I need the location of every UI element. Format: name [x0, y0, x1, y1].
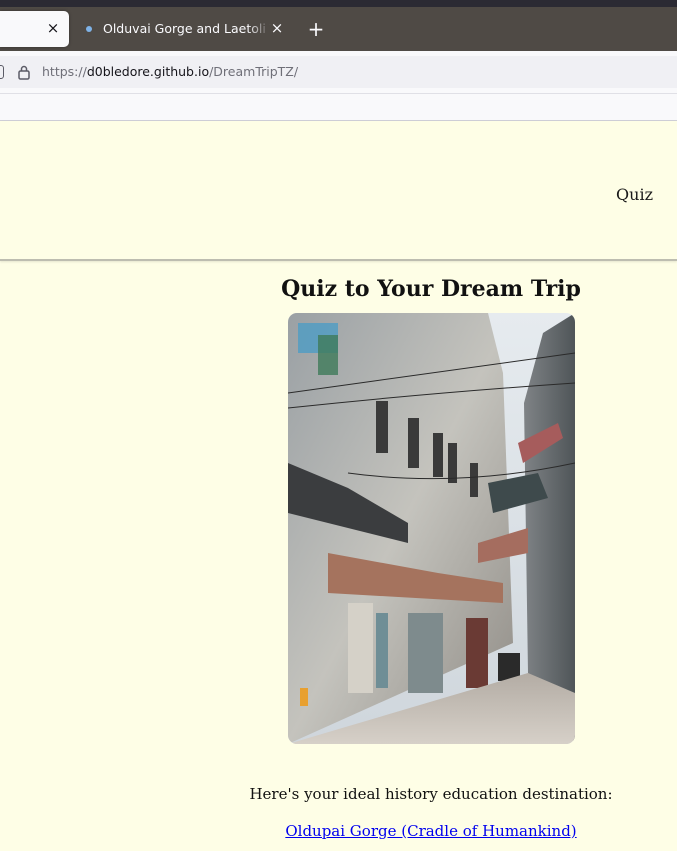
bookmarks-toolbar: [0, 94, 677, 121]
destination-link-wrapper: Oldupai Gorge (Cradle of Humankind): [190, 822, 672, 840]
address-bar[interactable]: https://d0bledore.github.io/DreamTripTZ/: [0, 56, 677, 88]
favicon-icon: [86, 26, 92, 32]
destination-link[interactable]: Oldupai Gorge (Cradle of Humankind): [285, 822, 576, 840]
page-content: Quiz Quiz to Your Dream Trip Here's your…: [0, 121, 677, 851]
close-icon[interactable]: ×: [44, 19, 62, 37]
url-scheme: https://: [42, 64, 87, 79]
tab-title: Olduvai Gorge and Laetoli Tanzania: [103, 21, 271, 36]
navigation-bar: https://d0bledore.github.io/DreamTripTZ/: [0, 51, 677, 94]
url-path: /DreamTripTZ/: [209, 64, 299, 79]
tab-olduvai[interactable]: Olduvai Gorge and Laetoli Tanzania ×: [76, 11, 296, 47]
tab-bar: × Olduvai Gorge and Laetoli Tanzania × +: [0, 7, 677, 51]
result-text: Here's your ideal history education dest…: [249, 785, 613, 803]
url-host: d0bledore.github.io: [86, 64, 210, 79]
site-header: Quiz: [0, 121, 677, 261]
window-top-strip: [0, 0, 677, 7]
tab-active[interactable]: ×: [0, 11, 69, 47]
close-icon[interactable]: ×: [268, 19, 286, 37]
tracking-protection-icon[interactable]: [0, 65, 4, 79]
nav-link-quiz[interactable]: Quiz: [616, 185, 653, 204]
destination-photo: [288, 313, 575, 744]
street-illustration: [288, 313, 575, 744]
lock-icon[interactable]: [17, 64, 31, 80]
new-tab-button[interactable]: +: [305, 18, 327, 40]
page-title: Quiz to Your Dream Trip: [281, 276, 581, 302]
url-text[interactable]: https://d0bledore.github.io/DreamTripTZ/: [42, 62, 298, 82]
